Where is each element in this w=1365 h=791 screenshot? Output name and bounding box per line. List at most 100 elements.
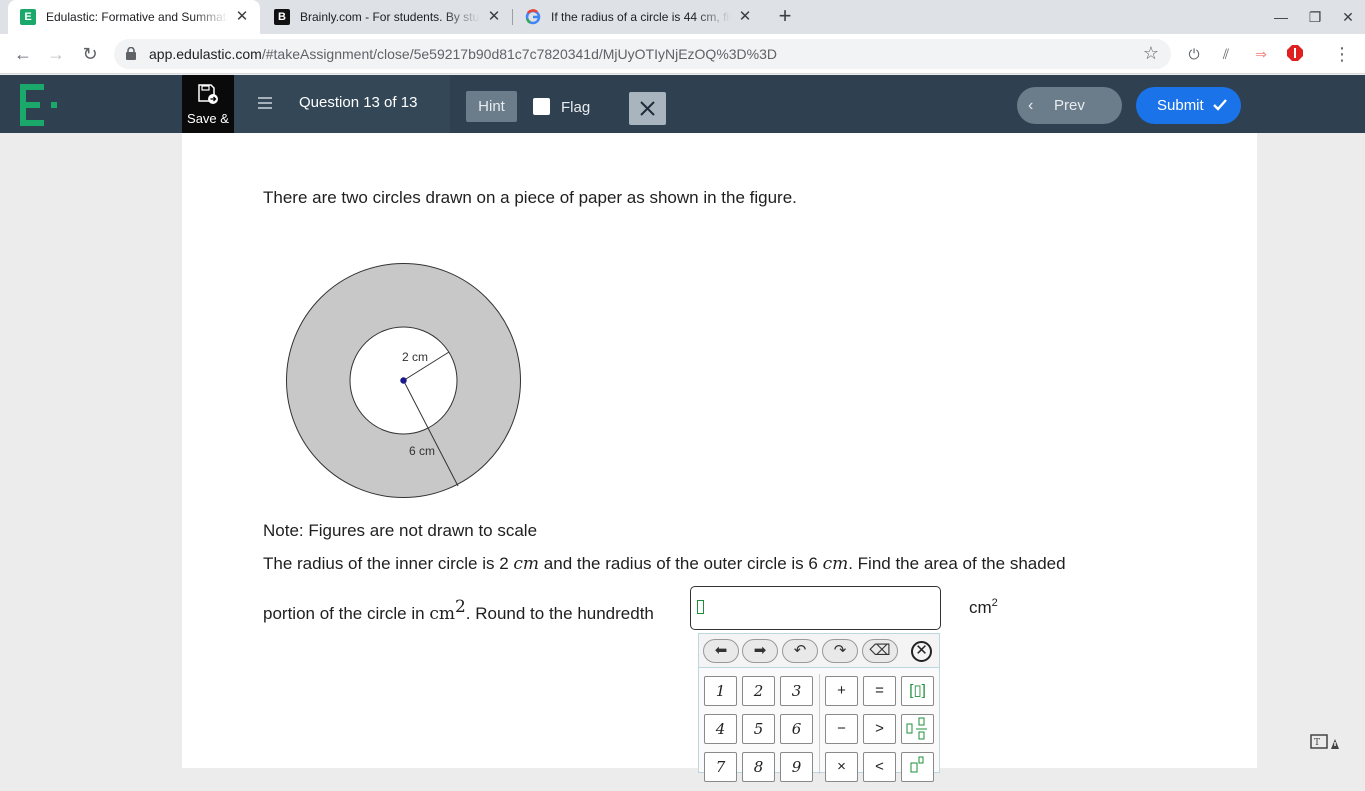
key-6[interactable]: 6 [780, 714, 813, 744]
close-icon [640, 101, 655, 116]
chrome-menu-icon[interactable]: ⋮ [1332, 44, 1352, 64]
address-bar[interactable]: app.edulastic.com/#takeAssignment/close/… [114, 39, 1171, 69]
text: . Find the area of the shaded [848, 554, 1066, 573]
key-mixed-fraction-icon[interactable] [901, 714, 934, 744]
circles-figure: 2 cm 6 cm [286, 263, 521, 498]
key-1[interactable]: 1 [704, 676, 737, 706]
lock-icon [126, 47, 136, 60]
key-7[interactable]: 7 [704, 752, 737, 782]
key-less-than[interactable]: < [863, 752, 896, 782]
minimize-icon[interactable]: — [1271, 8, 1291, 26]
chevron-left-icon: ‹ [1028, 97, 1034, 114]
text: portion of the circle in [263, 604, 430, 623]
flag-checkbox[interactable] [533, 98, 550, 115]
text: and the radius of the outer circle is 6 [539, 554, 823, 573]
arrow-right-icon[interactable]: ➡ [742, 639, 778, 663]
hamburger-icon[interactable] [258, 97, 272, 109]
close-tab-icon[interactable]: ✕ [737, 9, 753, 25]
key-4[interactable]: 4 [704, 714, 737, 744]
key-superscript-icon[interactable] [901, 752, 934, 782]
arrow-left-icon[interactable]: ⬅ [703, 639, 739, 663]
browser-tab-strip: E Edulastic: Formative and Summative ✕ B… [0, 0, 1365, 34]
url-path: /#takeAssignment/close/5e59217b90d81c7c7… [261, 46, 778, 62]
inner-radius-label: 2 cm [402, 350, 428, 364]
question-text-line1: The radius of the inner circle is 2 cm a… [263, 554, 1066, 574]
answer-input[interactable] [690, 586, 941, 630]
key-times[interactable]: × [825, 752, 858, 782]
key-greater-than[interactable]: > [863, 714, 896, 744]
answer-unit: cm2 [969, 597, 998, 618]
close-keypad-icon[interactable]: ✕ [911, 641, 932, 662]
back-icon[interactable]: ← [11, 42, 35, 66]
tab-brainly[interactable]: B Brainly.com - For students. By student… [262, 0, 512, 34]
google-favicon [525, 9, 541, 25]
key-3[interactable]: 3 [780, 676, 813, 706]
redo-icon[interactable]: ↷ [822, 639, 858, 663]
key-5[interactable]: 5 [742, 714, 775, 744]
check-icon [1213, 99, 1227, 111]
close-tab-icon[interactable]: ✕ [234, 9, 250, 25]
reload-icon[interactable]: ↻ [78, 42, 102, 66]
close-tab-icon[interactable]: ✕ [486, 9, 502, 25]
outer-radius-label: 6 cm [409, 444, 435, 458]
url-host: app.edulastic.com [149, 46, 262, 62]
note-text: Note: Figures are not drawn to scale [263, 521, 538, 540]
app-header: Save & Question 13 of 13 Hint Flag ‹ Pre… [0, 75, 1365, 133]
keypad-nav-row: ⬅ ➡ ↶ ↷ ⌫ ✕ [699, 634, 939, 668]
adblock-icon[interactable] [1285, 44, 1305, 64]
exponent: 2 [454, 597, 466, 617]
question-intro: There are two circles drawn on a piece o… [263, 188, 797, 207]
tab-title: If the radius of a circle is 44 cm, find [551, 10, 731, 24]
browser-toolbar: ← → ↻ app.edulastic.com/#takeAssignment/… [0, 34, 1365, 74]
key-8[interactable]: 8 [742, 752, 775, 782]
new-tab-icon[interactable]: + [774, 5, 796, 28]
text: The radius of the inner circle is 2 [263, 554, 514, 573]
question-menu[interactable]: Question 13 of 13 [234, 75, 450, 133]
save-label: Save & [187, 111, 229, 126]
undo-icon[interactable]: ↶ [782, 639, 818, 663]
tab-title: Brainly.com - For students. By students. [300, 10, 480, 24]
key-brackets-icon[interactable]: [▯] [901, 676, 934, 706]
text-accessibility-icon[interactable]: T [1310, 733, 1340, 751]
svg-text:T: T [1314, 738, 1320, 748]
submit-label: Submit [1157, 97, 1204, 114]
hint-button[interactable]: Hint [466, 91, 517, 122]
key-equals[interactable]: = [863, 676, 896, 706]
math-unit: cm [429, 604, 455, 624]
math-unit: cm [822, 554, 849, 574]
extension-arrow-icon[interactable]: ⇒ [1251, 44, 1271, 64]
forward-icon[interactable]: → [44, 42, 68, 66]
question-counter: Question 13 of 13 [299, 94, 418, 111]
save-exit-button[interactable]: Save & [182, 75, 234, 133]
extension-icon[interactable]: ⫽ [1216, 44, 1236, 64]
key-plus[interactable]: + [825, 676, 858, 706]
center-point [400, 377, 407, 384]
brainly-favicon: B [274, 9, 290, 25]
math-cursor [697, 600, 704, 614]
keypad-divider [819, 674, 820, 774]
flag-label: Flag [561, 99, 591, 116]
unit-exponent: 2 [991, 597, 998, 609]
tab-edulastic[interactable]: E Edulastic: Formative and Summative ✕ [8, 0, 260, 34]
edulastic-logo [20, 84, 57, 126]
text: . Round to the hundredth [465, 604, 654, 623]
prev-button[interactable]: ‹ Prev [1017, 87, 1122, 124]
save-icon [198, 84, 218, 104]
math-unit: cm [513, 554, 540, 574]
submit-button[interactable]: Submit [1136, 87, 1241, 124]
url-text: app.edulastic.com/#takeAssignment/close/… [149, 46, 777, 62]
power-extension-icon[interactable]: ⏻ [1184, 44, 1204, 64]
close-window-icon[interactable]: ✕ [1338, 8, 1358, 26]
close-button[interactable] [629, 92, 666, 125]
math-keypad: ⬅ ➡ ↶ ↷ ⌫ ✕ 1 2 3 + = [▯] 4 5 6 − > 7 8 … [698, 633, 940, 782]
key-minus[interactable]: − [825, 714, 858, 744]
backspace-icon[interactable]: ⌫ [862, 639, 898, 663]
restore-icon[interactable]: ❐ [1305, 8, 1325, 26]
tab-google[interactable]: If the radius of a circle is 44 cm, find… [513, 0, 763, 34]
unit-text: cm [969, 598, 992, 617]
edulastic-favicon: E [20, 9, 36, 25]
bookmark-star-icon[interactable]: ☆ [1143, 43, 1159, 64]
key-9[interactable]: 9 [780, 752, 813, 782]
key-2[interactable]: 2 [742, 676, 775, 706]
tab-title: Edulastic: Formative and Summative [46, 10, 228, 24]
